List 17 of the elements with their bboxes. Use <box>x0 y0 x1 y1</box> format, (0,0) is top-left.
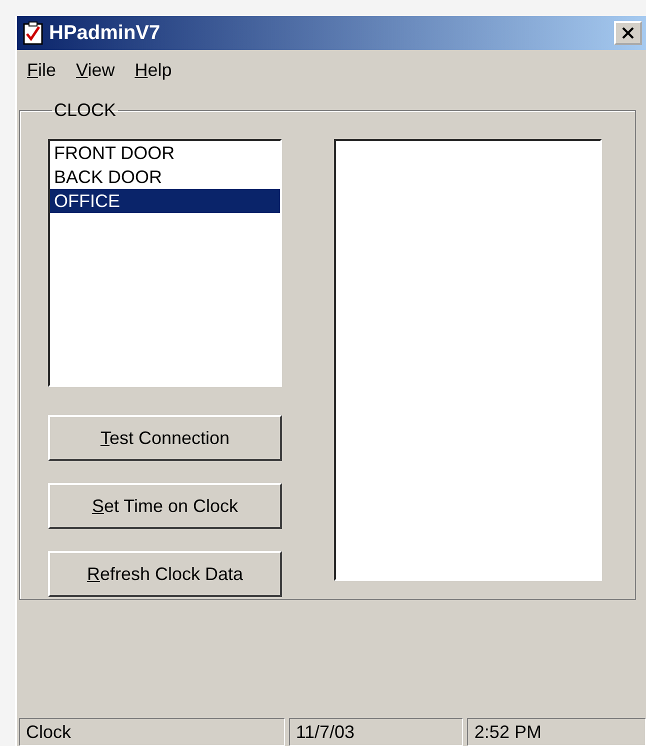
menu-item[interactable]: Help <box>126 60 180 78</box>
menu-item[interactable]: File <box>19 60 64 78</box>
list-item[interactable]: FRONT DOOR <box>50 141 280 165</box>
status-panel: Clock <box>19 718 285 746</box>
status-panel: 2:52 PM <box>467 718 646 746</box>
window-title: HPadminV7 <box>49 22 162 44</box>
menu-item[interactable]: View <box>68 60 123 78</box>
group-title: CLOCK <box>53 100 118 121</box>
action-button[interactable]: Test Connection <box>48 415 282 461</box>
list-item[interactable]: OFFICE <box>50 189 280 213</box>
close-button[interactable] <box>614 21 642 45</box>
status-panel: 11/7/03 <box>288 718 464 746</box>
list-item[interactable]: BACK DOOR <box>50 165 280 189</box>
clipboard-check-icon <box>23 21 43 45</box>
action-button[interactable]: Refresh Clock Data <box>48 551 282 597</box>
close-icon <box>621 26 635 40</box>
action-button[interactable]: Set Time on Clock <box>48 483 282 529</box>
